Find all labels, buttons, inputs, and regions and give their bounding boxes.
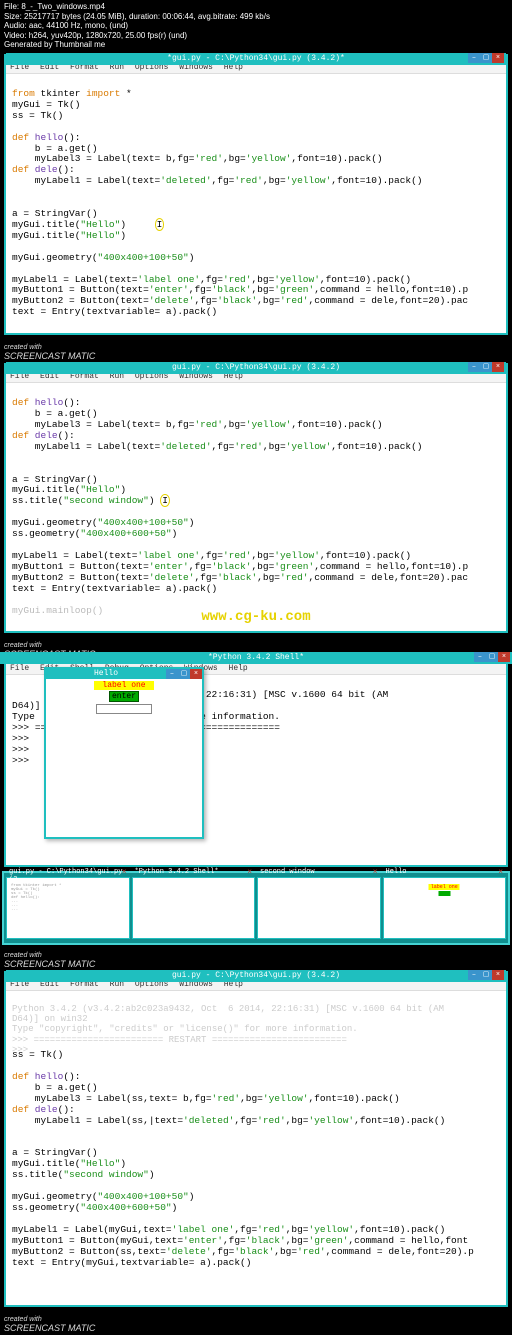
menu-file[interactable]: File — [10, 664, 29, 673]
maximize-icon[interactable]: ▢ — [480, 970, 492, 980]
minimize-icon[interactable]: – — [468, 970, 480, 980]
window-switcher[interactable]: gui.py - C:\Python34\gui.py (3.... × fro… — [2, 871, 510, 945]
code-editor-area[interactable]: Python 3.4.2 (v3.4.2:ab2c023a9432, Oct 6… — [6, 991, 506, 1305]
minimize-icon[interactable]: – — [166, 669, 178, 679]
media-info-overlay: File: 8_-_Two_windows.mp4 Size: 25217717… — [0, 0, 512, 52]
window-title: *Python 3.4.2 Shell* — [0, 652, 512, 664]
window-controls: – ▢ × — [474, 652, 510, 662]
thumb-editor[interactable]: gui.py - C:\Python34\gui.py (3.... × fro… — [6, 877, 130, 939]
menu-help[interactable]: Help — [229, 664, 248, 673]
screencast-watermark: created withSCREENCAST MATIC — [0, 341, 512, 361]
tk-app-window[interactable]: Hello – ▢ × label one enter — [44, 667, 204, 839]
thumb-second-window[interactable]: second window × — [257, 877, 381, 939]
close-icon[interactable]: × — [498, 868, 503, 877]
screencast-watermark: created withSCREENCAST MATIC — [0, 1313, 512, 1333]
media-size: Size: 25217717 bytes (24.05 MiB), durati… — [4, 12, 508, 22]
tk-window-title: Hello – ▢ × — [46, 669, 202, 679]
window-controls: – ▢ × — [468, 970, 504, 980]
maximize-icon[interactable]: ▢ — [486, 652, 498, 662]
close-icon[interactable]: × — [190, 669, 202, 679]
window-title: gui.py - C:\Python34\gui.py (3.4.2) — [6, 362, 506, 374]
window-title: *gui.py - C:\Python34\gui.py (3.4.2)* — [6, 53, 506, 65]
thumb-shell[interactable]: *Python 3.4.2 Shell* × — [132, 877, 256, 939]
screencast-watermark: created withSCREENCAST MATIC — [0, 949, 512, 969]
media-file: File: 8_-_Two_windows.mp4 — [4, 2, 508, 12]
media-video: Video: h264, yuv420p, 1280x720, 25.00 fp… — [4, 31, 508, 41]
minimize-icon[interactable]: – — [468, 53, 480, 63]
tk-enter-button[interactable]: enter — [109, 691, 139, 702]
cursor-indicator-icon: I — [155, 218, 165, 231]
thumb-hello-window[interactable]: Hello × label one — [383, 877, 507, 939]
idle-editor-window-1[interactable]: *gui.py - C:\Python34\gui.py (3.4.2)* – … — [4, 54, 508, 335]
close-icon[interactable]: × — [492, 362, 504, 372]
maximize-icon[interactable]: ▢ — [480, 362, 492, 372]
idle-editor-window-2[interactable]: gui.py - C:\Python34\gui.py (3.4.2) – ▢ … — [4, 363, 508, 633]
media-audio: Audio: aac, 44100 Hz, mono, (und) — [4, 21, 508, 31]
tk-label-one: label one — [94, 681, 154, 690]
close-icon[interactable]: × — [492, 970, 504, 980]
window-controls: – ▢ × — [468, 53, 504, 63]
maximize-icon[interactable]: ▢ — [178, 669, 190, 679]
window-title: gui.py - C:\Python34\gui.py (3.4.2) — [6, 970, 506, 982]
close-icon[interactable]: × — [498, 652, 510, 662]
minimize-icon[interactable]: – — [468, 362, 480, 372]
cursor-indicator-icon: I — [160, 494, 170, 507]
tk-entry-input[interactable] — [96, 704, 152, 714]
code-editor-area[interactable]: def hello(): b = a.get() myLabel3 = Labe… — [6, 383, 506, 631]
close-icon[interactable]: × — [492, 53, 504, 63]
code-editor-area[interactable]: from tkinter import * myGui = Tk() ss = … — [6, 74, 506, 333]
close-icon[interactable]: × — [373, 868, 378, 877]
media-gen: Generated by Thumbnail me — [4, 40, 508, 50]
minimize-icon[interactable]: – — [474, 652, 486, 662]
maximize-icon[interactable]: ▢ — [480, 53, 492, 63]
close-icon[interactable]: × — [122, 868, 127, 877]
close-icon[interactable]: × — [247, 868, 252, 877]
idle-editor-window-3[interactable]: gui.py - C:\Python34\gui.py (3.4.2) – ▢ … — [4, 971, 508, 1307]
window-controls: – ▢ × — [468, 362, 504, 372]
